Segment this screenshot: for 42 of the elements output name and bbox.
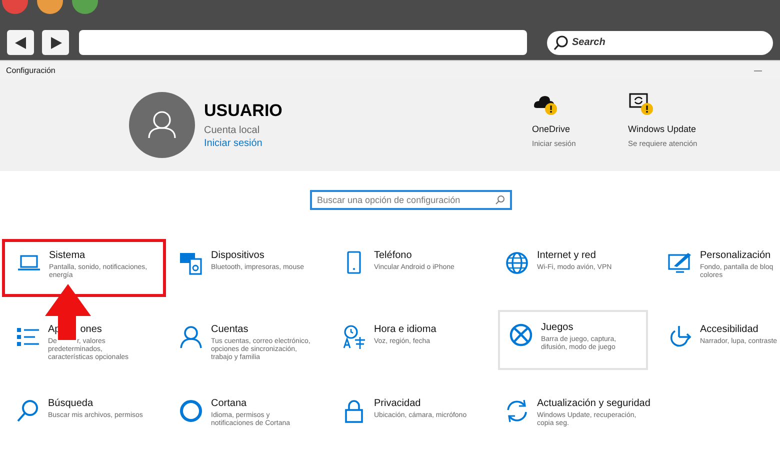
user-name: USUARIO <box>204 101 282 121</box>
search-icon <box>15 398 41 424</box>
search-icon <box>553 34 569 50</box>
clock-language-icon <box>341 324 367 350</box>
account-type: Cuenta local <box>204 125 261 136</box>
tile-title: Dispositivos <box>211 250 264 261</box>
tile-title: Personalización <box>700 250 771 261</box>
search-placeholder: Search <box>572 37 606 48</box>
address-field[interactable] <box>79 30 527 55</box>
window-title: Configuración <box>6 66 56 74</box>
sign-in-link[interactable]: Iniciar sesión <box>204 138 282 149</box>
settings-search-field[interactable]: Buscar una opción de configuración <box>310 190 512 210</box>
monitor-warning-icon[interactable] <box>628 92 654 116</box>
globe-icon <box>504 250 530 276</box>
tile-title: Teléfono <box>374 250 412 261</box>
search-field[interactable]: Search <box>547 30 773 54</box>
minimize-button[interactable]: — <box>754 66 762 74</box>
tile-title: Sistema <box>49 250 86 261</box>
circle-icon <box>178 398 204 424</box>
back-button[interactable] <box>7 30 34 55</box>
status-title[interactable]: Windows Update <box>628 124 724 134</box>
avatar-icon <box>129 92 195 158</box>
tile-title: ones <box>80 324 102 335</box>
tile-title: Accesibilidad <box>700 324 758 335</box>
tile-title: Cortana <box>211 398 247 409</box>
back-icon <box>14 36 28 48</box>
xbox-icon <box>508 322 534 348</box>
forward-icon <box>48 36 62 48</box>
status-title[interactable]: OneDrive <box>532 124 628 134</box>
pen-monitor-icon <box>667 250 693 276</box>
forward-button[interactable] <box>42 30 69 55</box>
sync-icon <box>504 398 530 424</box>
tile-title: Actualización y seguridad <box>537 398 650 409</box>
person-icon <box>178 324 204 350</box>
tile-title: Privacidad <box>374 398 421 409</box>
search-icon <box>495 195 505 205</box>
tile-title: Juegos <box>541 322 574 333</box>
tile-title: Hora e idioma <box>374 324 436 335</box>
tile-title: Internet y red <box>537 250 596 261</box>
tile-title: Búsqueda <box>48 398 94 409</box>
tile-title: Cuentas <box>211 324 248 335</box>
search-placeholder: Buscar una opción de configuración <box>317 195 460 205</box>
